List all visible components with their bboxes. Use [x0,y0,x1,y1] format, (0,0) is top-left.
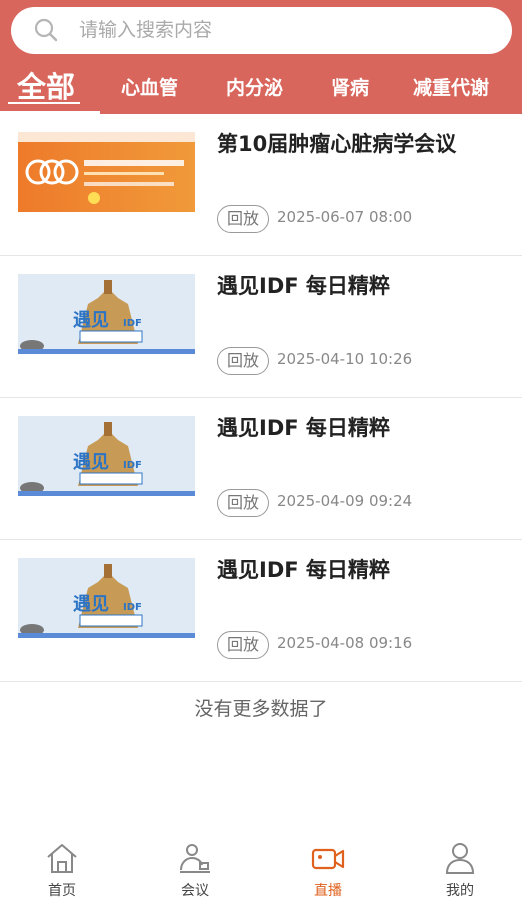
bottom-nav: 首页 会议 直播 我的 [0,836,522,904]
category-tabs: 全部 心血管 内分泌 肾病 减重代谢 [0,64,522,114]
idf-thumbnail: 遇见 IDF [18,558,195,638]
home-icon [47,844,77,873]
conference-thumbnail [18,132,195,212]
active-tab-indicator [8,102,80,104]
item-time: 2025-04-10 10:26 [277,350,413,368]
app-root: 请输入搜索内容 全部 心血管 内分泌 肾病 减重代谢 第10届肿瘤心脏病学会议 … [0,0,522,904]
list-item[interactable]: 第10届肿瘤心脏病学会议 回放 2025-06-07 08:00 [0,114,522,256]
item-title: 遇见IDF 每日精粹 [217,558,390,582]
replay-badge: 回放 [217,631,269,659]
svg-text:IDF: IDF [123,318,142,329]
idf-thumbnail: 遇见 IDF [18,274,195,354]
svg-text:IDF: IDF [123,460,142,471]
list-item[interactable]: 遇见 IDF 遇见IDF 每日精粹 回放 2025-04-10 10:26 [0,256,522,398]
item-title: 第10届肿瘤心脏病学会议 [217,132,457,156]
item-title: 遇见IDF 每日精粹 [217,274,390,298]
nav-meeting[interactable]: 会议 [130,836,260,904]
replay-badge: 回放 [217,489,269,517]
user-icon [445,843,475,874]
replay-badge: 回放 [217,205,269,233]
search-bar[interactable]: 请输入搜索内容 [11,7,512,54]
meeting-icon [180,844,210,873]
item-time: 2025-06-07 08:00 [277,208,413,226]
list-item[interactable]: 遇见 IDF 遇见IDF 每日精粹 回放 2025-04-08 09:16 [0,540,522,682]
item-title: 遇见IDF 每日精粹 [217,416,390,440]
nav-profile[interactable]: 我的 [395,836,522,904]
nav-live[interactable]: 直播 [263,836,393,904]
header: 请输入搜索内容 全部 心血管 内分泌 肾病 减重代谢 [0,0,522,114]
svg-text:遇见: 遇见 [73,594,109,615]
item-time: 2025-04-08 09:16 [277,634,413,652]
list-item[interactable]: 遇见 IDF 遇见IDF 每日精粹 回放 2025-04-09 09:24 [0,398,522,540]
tab-all[interactable]: 全部 [17,64,75,114]
nav-home-label: 首页 [48,883,76,899]
svg-text:遇见: 遇见 [73,310,109,331]
replay-badge: 回放 [217,347,269,375]
tab-cardiovascular[interactable]: 心血管 [121,64,178,114]
no-more-data-text: 没有更多数据了 [194,698,328,720]
tab-weight-metabolism[interactable]: 减重代谢 [413,64,489,114]
live-video-icon [311,848,345,870]
search-input[interactable]: 请输入搜索内容 [79,7,212,54]
nav-profile-label: 我的 [446,883,474,899]
nav-live-label: 直播 [314,883,342,899]
nav-meeting-label: 会议 [181,883,209,899]
search-icon [34,18,58,42]
tab-nephropathy[interactable]: 肾病 [331,64,369,114]
tab-endocrine[interactable]: 内分泌 [226,64,283,114]
svg-text:IDF: IDF [123,602,142,613]
idf-thumbnail: 遇见 IDF [18,416,195,496]
item-time: 2025-04-09 09:24 [277,492,413,510]
nav-home[interactable]: 首页 [0,836,127,904]
svg-text:遇见: 遇见 [73,452,109,473]
